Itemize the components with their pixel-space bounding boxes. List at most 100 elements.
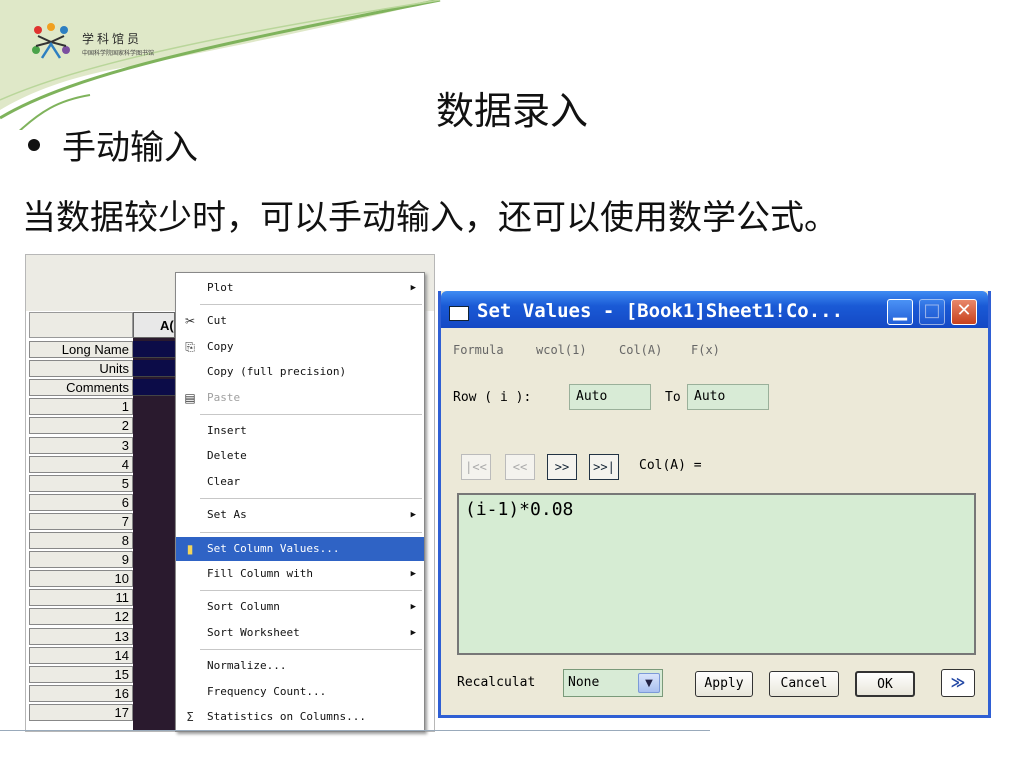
menu-item-plot[interactable]: Plot ▶ xyxy=(176,276,424,300)
ok-button[interactable]: OK xyxy=(855,671,915,697)
menu-item-frequency-count[interactable]: Frequency Count... xyxy=(176,680,424,704)
row-label-item[interactable]: 4 xyxy=(29,455,133,473)
row-label: Row ( i ): xyxy=(453,390,532,405)
menu-item-delete[interactable]: Delete xyxy=(176,444,424,468)
bullet-text: 手动输入 xyxy=(62,128,198,168)
row-label-item[interactable]: 15 xyxy=(29,665,133,683)
menu-item-label: Cut xyxy=(207,314,227,328)
row-label-item[interactable]: 16 xyxy=(29,684,133,702)
copy-icon: ⎘ xyxy=(185,339,195,354)
menu-separator xyxy=(200,304,422,306)
scissors-icon: ✂ xyxy=(184,314,196,329)
nav-last-button[interactable]: >>| xyxy=(589,454,619,480)
menu-formula[interactable]: Formula xyxy=(453,343,504,357)
minimize-icon: ▁ xyxy=(893,300,907,321)
menu-item-fill-column-with[interactable]: Fill Column with ▶ xyxy=(176,562,424,586)
nav-prev-button[interactable]: << xyxy=(505,454,535,480)
row-from-input[interactable]: Auto xyxy=(569,384,651,410)
menu-item-label: Fill Column with xyxy=(207,567,313,580)
menu-item-label: Copy xyxy=(207,339,234,353)
menu-item-insert[interactable]: Insert xyxy=(176,419,424,443)
menu-fx[interactable]: F(x) xyxy=(691,343,720,357)
formula-textarea[interactable]: (i-1)*0.08 xyxy=(457,493,976,655)
window-icon xyxy=(449,306,469,321)
row-label-item[interactable]: 5 xyxy=(29,474,133,492)
set-values-dialog: Set Values - [Book1]Sheet1!Co... ▁ □ ✕ F… xyxy=(438,291,991,718)
column-header-a[interactable]: A( xyxy=(133,312,175,338)
row-label-item[interactable]: 10 xyxy=(29,570,133,588)
context-menu: Plot ▶ ✂ Cut ⎘ Copy Copy (full precision) ▤ Past… xyxy=(175,272,425,732)
menu-item-paste[interactable]: ▤ Paste xyxy=(176,386,424,410)
menu-item-label: Paste xyxy=(207,390,241,404)
close-icon: ✕ xyxy=(956,300,972,321)
slide-description: 当数据较少时，可以手动输入，还可以使用数学公式。 xyxy=(22,198,838,238)
apply-button[interactable]: Apply xyxy=(695,671,753,697)
cancel-button[interactable]: Cancel xyxy=(769,671,839,697)
menu-separator xyxy=(200,498,422,500)
row-label-item[interactable]: 13 xyxy=(29,627,133,645)
row-label-item[interactable]: 7 xyxy=(29,512,133,530)
expand-icon[interactable]: ≫ xyxy=(941,669,975,697)
recalculate-label: Recalculat xyxy=(457,675,536,690)
menu-item-set-column-values[interactable]: ▮ Set Column Values... xyxy=(176,536,424,561)
row-label-item[interactable]: 12 xyxy=(29,608,133,626)
slide-title: 数据录入 xyxy=(435,89,588,133)
menu-item-copy-full-precision[interactable]: Copy (full precision) xyxy=(176,360,424,384)
paste-icon: ▤ xyxy=(184,390,196,405)
dialog-title: Set Values - [Book1]Sheet1!Co... xyxy=(477,300,844,322)
row-to-input[interactable]: Auto xyxy=(687,384,769,410)
header-cell[interactable] xyxy=(133,360,181,378)
menu-item-set-as[interactable]: Set As ▶ xyxy=(176,503,424,527)
maximize-button[interactable]: □ xyxy=(919,299,945,325)
header-cell[interactable] xyxy=(133,379,181,397)
menu-item-cut[interactable]: ✂ Cut xyxy=(176,309,424,333)
row-label-item[interactable]: Units xyxy=(29,360,133,378)
menu-item-label: Sort Column xyxy=(207,600,280,614)
row-label-item[interactable]: 8 xyxy=(29,532,133,549)
row-label-item[interactable]: 3 xyxy=(29,436,133,454)
menu-item-label: Set As xyxy=(207,508,247,522)
row-label-item[interactable]: 11 xyxy=(29,589,133,607)
menu-item-label: Clear xyxy=(207,474,241,488)
menu-item-normalize[interactable]: Normalize... xyxy=(176,654,424,678)
menu-item-label: Statistics on Columns... xyxy=(207,710,366,723)
menu-item-copy[interactable]: ⎘ Copy xyxy=(176,335,424,359)
sigma-icon: Σ xyxy=(186,710,194,724)
menu-separator xyxy=(200,590,422,592)
nav-first-button[interactable]: |<< xyxy=(461,454,491,480)
row-label-item[interactable]: Comments xyxy=(29,379,133,397)
minimize-button[interactable]: ▁ xyxy=(887,299,913,325)
menu-item-label: Normalize... xyxy=(207,659,287,673)
recalculate-select[interactable]: None ▼ xyxy=(563,669,663,697)
menu-item-label: Delete xyxy=(207,449,247,463)
submenu-arrow-icon: ▶ xyxy=(410,602,416,613)
row-label-item[interactable]: 14 xyxy=(29,646,133,664)
menu-col[interactable]: Col(A) xyxy=(619,343,662,357)
dialog-title-bar[interactable]: Set Values - [Book1]Sheet1!Co... ▁ □ ✕ xyxy=(441,291,988,328)
row-label-item[interactable]: 17 xyxy=(29,703,133,721)
library-logo-icon xyxy=(32,23,70,59)
header-cell[interactable] xyxy=(133,341,181,358)
close-button[interactable]: ✕ xyxy=(951,299,977,325)
menu-wcol[interactable]: wcol(1) xyxy=(536,343,587,357)
worksheet-corner xyxy=(29,312,133,338)
footer-line xyxy=(0,730,710,731)
menu-item-label: Set Column Values... xyxy=(207,541,340,555)
row-label-item[interactable]: 2 xyxy=(29,417,133,435)
nav-next-button[interactable]: >> xyxy=(547,454,577,480)
submenu-arrow-icon: ▶ xyxy=(410,627,416,638)
chevron-down-icon[interactable]: ▼ xyxy=(638,673,660,693)
menu-item-sort-column[interactable]: Sort Column ▶ xyxy=(176,595,424,619)
row-label-item[interactable]: 6 xyxy=(29,493,133,511)
row-label-item[interactable]: 9 xyxy=(29,551,133,569)
column-a-cells[interactable] xyxy=(133,338,181,731)
logo-title: 学科馆员 xyxy=(82,32,143,46)
col-a-label: Col(A) = xyxy=(639,458,702,473)
row-label-item[interactable]: Long Name xyxy=(29,341,133,358)
row-label-item[interactable]: 1 xyxy=(29,398,133,416)
menu-item-statistics-on-columns[interactable]: Σ Statistics on Columns... xyxy=(176,705,424,729)
logo-subtitle: 中国科学院国家科学图书馆 xyxy=(82,50,155,57)
menu-item-clear[interactable]: Clear xyxy=(176,470,424,494)
menu-item-label: Sort Worksheet xyxy=(207,625,300,639)
menu-item-sort-worksheet[interactable]: Sort Worksheet ▶ xyxy=(176,621,424,645)
